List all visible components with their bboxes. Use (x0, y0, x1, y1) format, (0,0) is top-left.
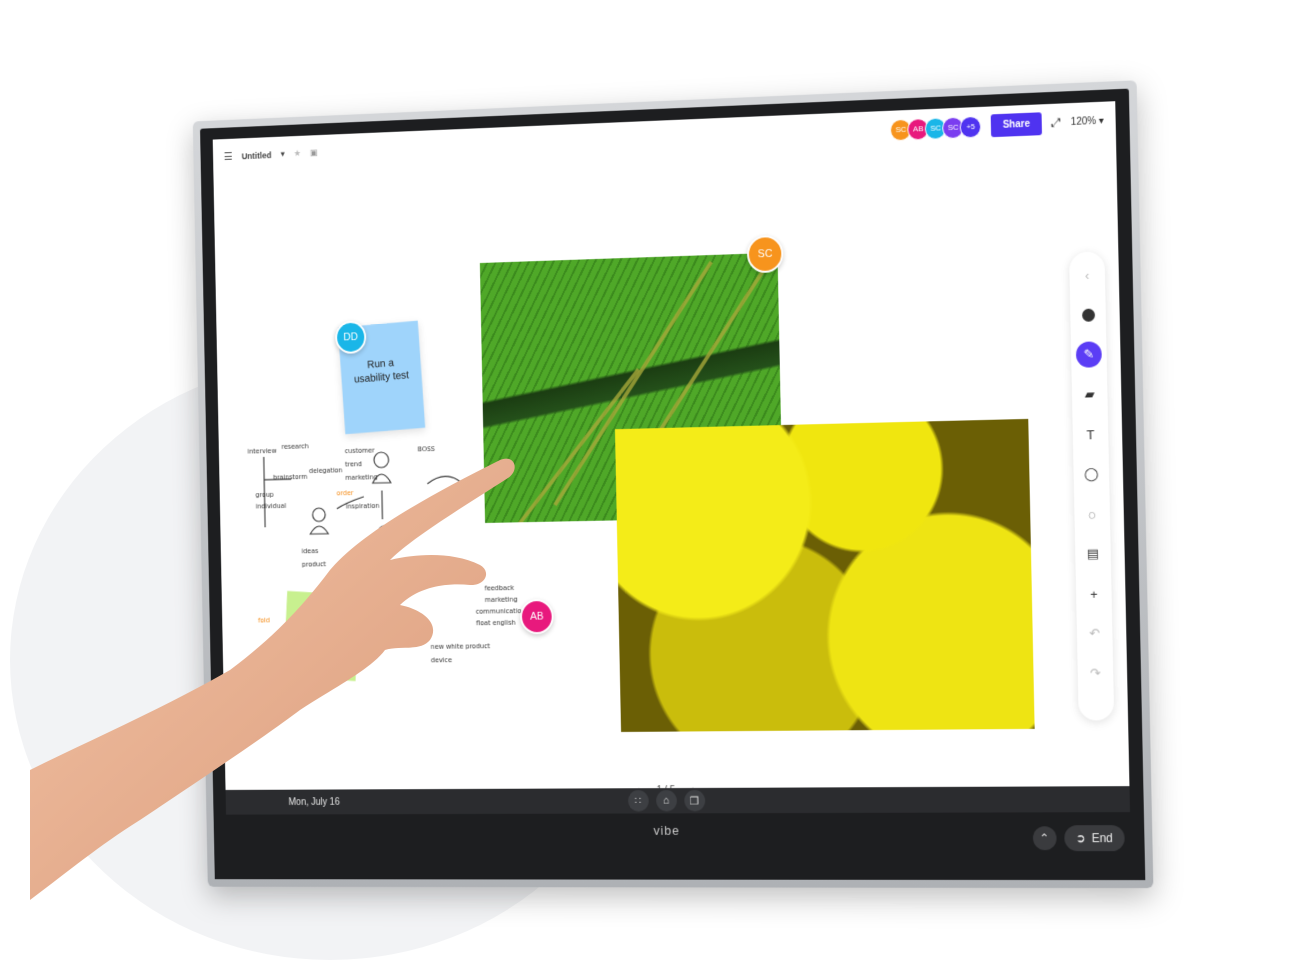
plus-icon[interactable]: + (1081, 581, 1107, 607)
zoom-level[interactable]: 120% ▾ (1071, 116, 1104, 128)
pattern-icon[interactable]: ▤ (1080, 541, 1106, 567)
exit-icon: ➲ (1076, 831, 1086, 845)
yellow-bubbles-image[interactable] (615, 419, 1035, 732)
fullscreen-icon[interactable]: ⤢ (1051, 115, 1061, 130)
home-icon[interactable]: ⌂ (656, 790, 677, 811)
board-actions: SC AB SC SC +5 Share ⤢ 120% ▾ (894, 110, 1104, 141)
save-icon[interactable]: ▣ (310, 148, 318, 159)
zoom-value: 120% (1071, 116, 1096, 128)
end-session-button[interactable]: ➲ End (1064, 825, 1125, 851)
collaborator-cursor-sc: SC (747, 235, 784, 273)
collaborator-avatars[interactable]: SC AB SC SC +5 (894, 115, 982, 140)
board-title[interactable]: Untitled (241, 150, 271, 161)
share-button[interactable]: Share (991, 112, 1042, 137)
chevron-up-icon[interactable]: ⌃ (1032, 826, 1056, 850)
collapse-icon[interactable]: ‹ (1074, 261, 1100, 288)
more-collaborators-badge[interactable]: +5 (960, 115, 982, 138)
drawing-toolbar: ‹ ✎ ▰ T ◯ ◌ ▤ + ↶ ↷ (1069, 251, 1114, 720)
apps-grid-icon[interactable]: ∷ (627, 790, 648, 811)
undo-icon[interactable]: ↶ (1082, 621, 1108, 647)
session-controls: ⌃ ➲ End (1032, 825, 1125, 851)
text-icon[interactable]: T (1077, 421, 1103, 448)
pen-icon[interactable]: ✎ (1076, 341, 1102, 368)
brand-logo: vibe (653, 823, 679, 838)
shapes-icon[interactable]: ◯ (1078, 461, 1104, 487)
menu-icon[interactable]: ☰ (224, 150, 233, 163)
chevron-down-icon[interactable]: ▾ (280, 149, 284, 160)
end-label: End (1091, 831, 1112, 845)
dock: ∷ ⌂ ❐ (627, 790, 705, 812)
redo-icon[interactable]: ↷ (1082, 660, 1108, 686)
eraser-icon[interactable]: ▰ (1077, 381, 1103, 408)
lasso-icon[interactable]: ◌ (1079, 501, 1105, 527)
color-dot-icon[interactable] (1075, 301, 1101, 328)
board-header: ☰ Untitled ▾ ★ ▣ (224, 147, 318, 163)
pointing-hand (30, 440, 550, 900)
star-icon[interactable]: ★ (294, 148, 301, 159)
windows-icon[interactable]: ❐ (684, 790, 705, 812)
